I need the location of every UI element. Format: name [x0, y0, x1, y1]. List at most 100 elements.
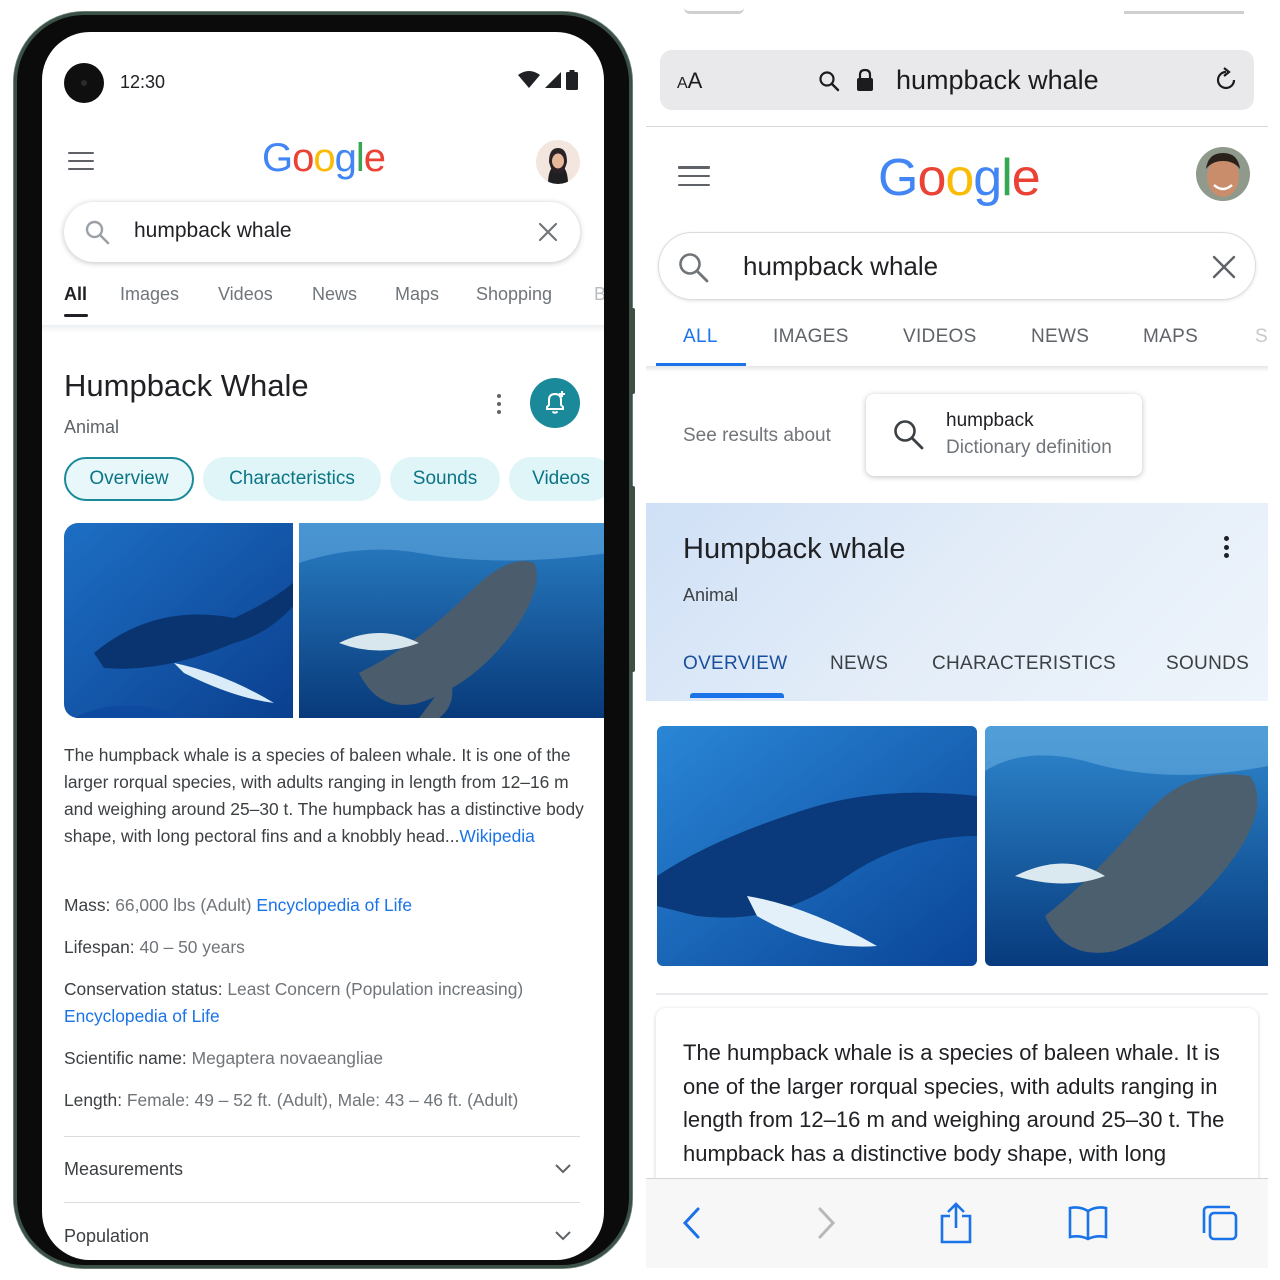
aa-small: A — [677, 75, 688, 92]
reload-icon[interactable] — [1212, 66, 1240, 94]
section-divider — [656, 993, 1268, 995]
close-icon[interactable] — [1212, 255, 1236, 279]
back-button[interactable] — [670, 1201, 714, 1245]
panel-chips: Overview Characteristics Sounds Videos — [64, 457, 604, 503]
menu-icon[interactable] — [68, 152, 94, 170]
tabs-button[interactable] — [1198, 1201, 1242, 1245]
dictionary-card[interactable]: humpback Dictionary definition — [866, 394, 1142, 476]
tabs-divider — [646, 366, 1268, 372]
whale-image-1[interactable] — [64, 523, 293, 718]
tabs-divider — [42, 325, 604, 333]
chevron-down-icon — [555, 1164, 571, 1174]
fact-value: Megaptera novaeangliae — [191, 1048, 384, 1068]
tab-books-partial[interactable]: B — [594, 284, 604, 305]
bookmarks-icon — [1068, 1206, 1108, 1241]
fact-key: Length: — [64, 1090, 123, 1110]
tab-overview[interactable]: OVERVIEW — [683, 653, 787, 675]
fact-key: Conservation status: — [64, 979, 223, 999]
accordion-population[interactable]: Population — [64, 1226, 580, 1247]
fact-lifespan: Lifespan: 40 – 50 years — [64, 934, 584, 961]
tab-shopping[interactable]: Shopping — [476, 284, 552, 305]
search-query: humpback whale — [134, 219, 292, 242]
chevron-down-icon — [555, 1231, 571, 1241]
tab-sounds[interactable]: SOUNDS — [1166, 653, 1249, 675]
tab-shopping-partial[interactable]: S — [1255, 326, 1268, 348]
tab-images[interactable]: Images — [120, 284, 179, 305]
address-bar-divider — [646, 126, 1268, 127]
avatar[interactable] — [1196, 147, 1250, 201]
tab-news[interactable]: NEWS — [830, 653, 888, 675]
search-icon — [894, 420, 924, 450]
fact-value: Least Concern (Population increasing) — [227, 979, 524, 999]
wikipedia-link[interactable]: Wikipedia — [459, 826, 534, 846]
fact-key: Lifespan: — [64, 937, 135, 957]
status-bar: 12:30 — [42, 32, 604, 110]
wifi-icon — [518, 71, 540, 88]
chip-characteristics[interactable]: Characteristics — [203, 457, 381, 501]
tab-maps[interactable]: MAPS — [1143, 326, 1198, 348]
reader-options-button[interactable]: AA — [677, 68, 702, 94]
chip-videos[interactable]: Videos — [509, 457, 604, 501]
google-header: Google — [42, 128, 604, 192]
more-vert-icon[interactable] — [1223, 536, 1229, 558]
forward-button[interactable] — [804, 1201, 848, 1245]
search-icon — [679, 253, 709, 283]
whale-image-2[interactable] — [985, 726, 1268, 966]
menu-icon[interactable] — [678, 166, 710, 186]
tabs-icon — [1202, 1205, 1238, 1241]
knowledge-panel-subtitle: Animal — [64, 417, 120, 437]
more-vert-icon[interactable] — [496, 394, 502, 414]
fact-length: Length: Female: 49 – 52 ft. (Adult), Mal… — [64, 1087, 584, 1114]
tab-videos[interactable]: VIDEOS — [903, 326, 977, 348]
whale-image-1[interactable] — [657, 726, 977, 966]
tab-active-indicator — [64, 314, 88, 317]
tab-images[interactable]: IMAGES — [773, 326, 849, 348]
tab-all[interactable]: All — [64, 284, 87, 305]
forward-icon — [818, 1207, 836, 1239]
whale-image-2[interactable] — [299, 523, 604, 718]
close-icon[interactable] — [538, 222, 558, 242]
url-text: humpback whale — [896, 65, 1099, 95]
avatar-photo — [536, 140, 580, 184]
tab-maps[interactable]: Maps — [395, 284, 439, 305]
divider — [64, 1202, 580, 1203]
tab-news[interactable]: News — [312, 284, 357, 305]
panel-description: The humpback whale is a species of balee… — [683, 1040, 1225, 1188]
knowledge-panel-title: Humpback whale — [683, 533, 906, 565]
aa-large: A — [687, 68, 703, 93]
android-screen: 12:30 Google humpback whale All Images V… — [42, 32, 604, 1260]
fact-mass: Mass: 66,000 lbs (Adult) Encyclopedia of… — [64, 892, 584, 919]
add-alert-icon — [546, 391, 565, 414]
avatar-photo — [1196, 147, 1250, 201]
search-input[interactable]: humpback whale — [658, 232, 1256, 300]
chip-sounds[interactable]: Sounds — [390, 457, 500, 501]
search-input[interactable]: humpback whale — [64, 202, 580, 262]
address-bar[interactable]: AA humpback whale — [660, 50, 1254, 110]
front-camera — [64, 63, 104, 103]
tab-news[interactable]: NEWS — [1031, 326, 1089, 348]
tab-characteristics[interactable]: CHARACTERISTICS — [932, 653, 1116, 675]
search-tabs: All Images Videos News Maps Shopping B — [64, 284, 604, 324]
share-button[interactable] — [934, 1201, 978, 1245]
chip-overview[interactable]: Overview — [64, 457, 194, 501]
tab-all[interactable]: ALL — [683, 326, 718, 348]
accordion-measurements[interactable]: Measurements — [64, 1159, 580, 1180]
tab-videos[interactable]: Videos — [218, 284, 273, 305]
bookmarks-button[interactable] — [1066, 1201, 1110, 1245]
signal-icon — [545, 72, 561, 88]
fact-value: Female: 49 – 52 ft. (Adult), Male: 43 – … — [126, 1090, 519, 1110]
panel-tab-active-indicator — [690, 693, 784, 698]
status-icons — [518, 70, 578, 90]
volume-button — [630, 486, 635, 672]
avatar[interactable] — [536, 140, 580, 184]
fact-source-link[interactable]: Encyclopedia of Life — [256, 895, 412, 915]
safari-toolbar — [646, 1178, 1268, 1268]
google-logo[interactable]: Google — [262, 136, 386, 181]
google-logo[interactable]: Google — [878, 148, 1041, 208]
status-time: 12:30 — [120, 72, 166, 92]
android-phone-frame: 12:30 Google humpback whale All Images V… — [14, 12, 635, 1268]
fact-source-link[interactable]: Encyclopedia of Life — [64, 1006, 220, 1026]
fact-value: 66,000 lbs (Adult) — [115, 895, 252, 915]
status-bar-cropped — [684, 0, 1244, 16]
add-alert-button[interactable] — [530, 378, 580, 428]
